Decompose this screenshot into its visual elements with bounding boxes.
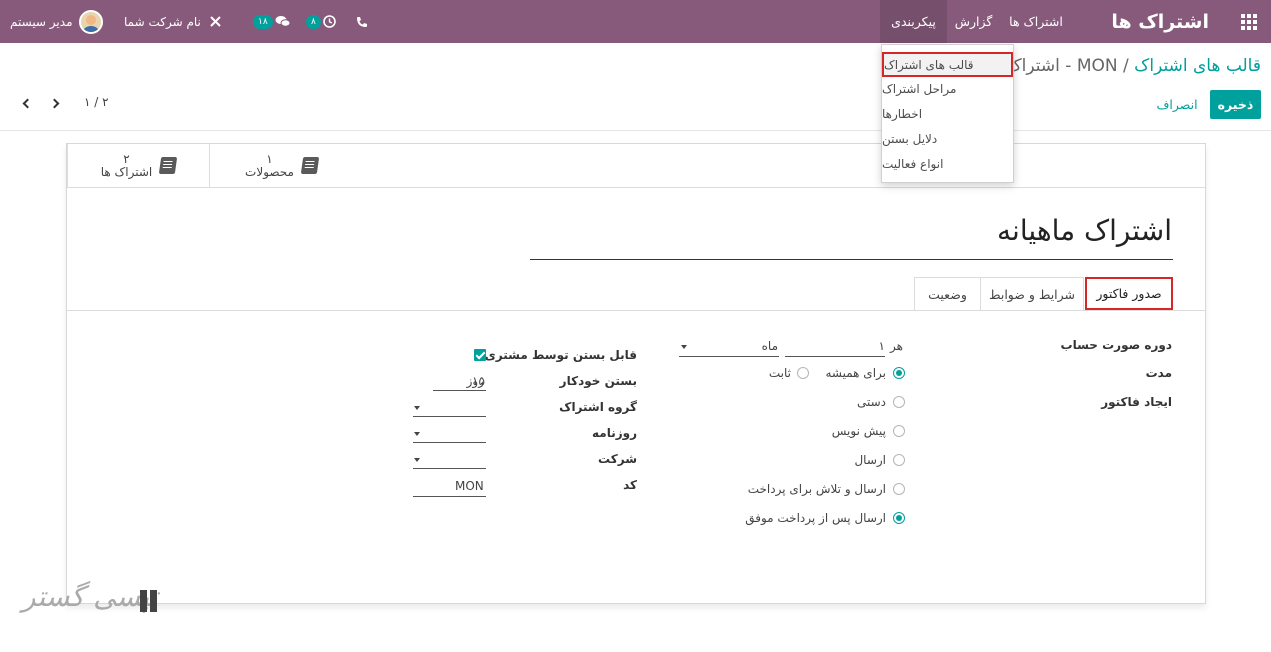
pager-previous-button[interactable] bbox=[19, 94, 35, 112]
invoice-send-after-pay-label[interactable]: ارسال پس از پرداخت موفق bbox=[745, 511, 886, 525]
menu-item-activity-types[interactable]: انواع فعالیت bbox=[882, 151, 1013, 176]
control-panel-divider bbox=[0, 130, 1271, 131]
book-icon bbox=[300, 157, 320, 174]
chevron-left-icon bbox=[22, 98, 32, 108]
products-label: محصولات bbox=[245, 164, 294, 179]
activity-badge: ۸ bbox=[306, 14, 321, 29]
subscriptions-count: ۲ bbox=[123, 151, 130, 166]
chevron-down-icon bbox=[414, 458, 420, 462]
duration-forever-label[interactable]: برای همیشه bbox=[825, 366, 886, 380]
breadcrumb-separator: / bbox=[1123, 56, 1129, 76]
billing-period-label: دوره صورت حساب bbox=[1060, 338, 1172, 352]
menu-item-close-reasons[interactable]: دلایل بستن bbox=[882, 126, 1013, 151]
duration-label: مدت bbox=[1145, 366, 1172, 380]
billing-every-text: هر bbox=[890, 339, 903, 353]
company-switcher[interactable]: نام شرکت شما bbox=[124, 0, 222, 43]
billing-value-underline bbox=[785, 356, 885, 357]
menu-item-alerts[interactable]: اخطارها bbox=[882, 101, 1013, 126]
subscription-group-select[interactable] bbox=[413, 416, 486, 417]
breadcrumb: قالب های اشتراک / MON - اشتراک bbox=[1006, 56, 1261, 76]
configuration-dropdown: قالب های اشتراک مراحل اشتراک اخطارها دلا… bbox=[881, 44, 1014, 183]
chevron-down-icon bbox=[414, 432, 420, 436]
code-label: کد bbox=[623, 478, 637, 492]
company-label: شرکت bbox=[598, 452, 637, 466]
duration-fixed-label[interactable]: ثابت bbox=[769, 366, 791, 380]
invoice-draft-label[interactable]: پیش نویس bbox=[832, 424, 886, 438]
chevron-right-icon bbox=[49, 98, 59, 108]
customer-closable-label: قابل بستن توسط مشتری bbox=[484, 348, 637, 362]
invoice-send-after-pay-radio[interactable] bbox=[893, 512, 905, 524]
billing-value-input[interactable]: ۱ bbox=[879, 339, 885, 353]
invoice-send-label[interactable]: ارسال bbox=[854, 453, 886, 467]
messages-badge: ۱۸ bbox=[253, 14, 273, 29]
clock-icon bbox=[323, 15, 336, 28]
menu-item-subscription-templates[interactable]: قالب های اشتراک bbox=[882, 52, 1013, 77]
tools-icon bbox=[210, 16, 221, 27]
products-count: ۱ bbox=[266, 151, 273, 166]
invoice-send-try-pay-radio[interactable] bbox=[893, 483, 905, 495]
watermark-logo-icon bbox=[137, 580, 167, 624]
company-select[interactable] bbox=[413, 468, 486, 469]
phone-icon[interactable] bbox=[356, 0, 368, 43]
chevron-down-icon bbox=[414, 406, 420, 410]
chevron-down-icon bbox=[681, 345, 687, 349]
pager-counter[interactable]: ۲ / ۱ bbox=[84, 95, 109, 109]
apps-menu-icon[interactable] bbox=[1238, 0, 1260, 43]
journal-label: روزنامه bbox=[592, 426, 637, 440]
auto-close-input[interactable]: ۱۵ bbox=[471, 374, 485, 388]
auto-close-underline bbox=[433, 390, 486, 391]
user-menu[interactable]: مدیر سیستم bbox=[10, 0, 103, 43]
messaging-menu[interactable]: ۱۸ bbox=[253, 0, 291, 43]
billing-unit-select[interactable]: ماه bbox=[762, 339, 778, 353]
discard-button[interactable]: انصراف bbox=[1153, 90, 1201, 119]
tabs-divider bbox=[67, 310, 1205, 311]
save-button[interactable]: ذخیره bbox=[1210, 90, 1261, 119]
tab-terms[interactable]: شرایط و ضوابط bbox=[980, 277, 1084, 310]
customer-closable-checkbox[interactable] bbox=[474, 349, 486, 361]
menu-item-subscription-stages[interactable]: مراحل اشتراک bbox=[882, 76, 1013, 101]
book-icon bbox=[159, 157, 178, 174]
title-underline bbox=[530, 259, 1173, 260]
app-title[interactable]: اشتراک ها bbox=[1111, 0, 1209, 43]
invoice-creation-label: ایجاد فاکتور bbox=[1101, 395, 1172, 409]
billing-unit-underline bbox=[679, 356, 779, 357]
company-name: نام شرکت شما bbox=[124, 14, 201, 29]
invoice-send-radio[interactable] bbox=[893, 454, 905, 466]
code-input[interactable]: MON bbox=[455, 479, 484, 493]
activity-menu[interactable]: ۸ bbox=[306, 0, 336, 43]
invoice-send-try-pay-label[interactable]: ارسال و تلاش برای پرداخت bbox=[748, 482, 886, 496]
subscriptions-label: اشتراک ها bbox=[100, 164, 153, 179]
breadcrumb-parent[interactable]: قالب های اشتراک bbox=[1134, 56, 1261, 76]
products-smart-text: ۱ محصولات bbox=[245, 151, 294, 179]
subscriptions-smart-text: ۲ اشتراک ها bbox=[100, 151, 153, 179]
tab-status[interactable]: وضعیت bbox=[914, 277, 981, 310]
pager-next-button[interactable] bbox=[46, 94, 62, 112]
subscription-group-label: گروه اشتراک bbox=[559, 400, 637, 414]
tab-invoicing[interactable]: صدور فاکتور bbox=[1085, 277, 1173, 310]
invoice-manual-label[interactable]: دستی bbox=[857, 395, 886, 409]
products-smart-button[interactable]: ۱ محصولات bbox=[209, 144, 353, 187]
code-underline bbox=[413, 496, 486, 497]
invoice-draft-radio[interactable] bbox=[893, 425, 905, 437]
record-title[interactable]: اشتراک ماهیانه bbox=[997, 214, 1172, 247]
top-navbar: اشتراک ها اشتراک ها گزارش پیکربندی ۸ ۱۸ … bbox=[0, 0, 1271, 43]
smart-buttons-divider bbox=[67, 187, 1205, 188]
journal-select[interactable] bbox=[413, 442, 486, 443]
subscriptions-smart-button[interactable]: ۲ اشتراک ها bbox=[67, 144, 209, 187]
duration-fixed-radio[interactable] bbox=[797, 367, 809, 379]
user-name: مدیر سیستم bbox=[10, 14, 73, 29]
auto-close-label: بستن خودکار bbox=[559, 374, 637, 388]
avatar bbox=[78, 9, 103, 34]
chat-icon bbox=[275, 16, 291, 27]
invoice-manual-radio[interactable] bbox=[893, 396, 905, 408]
breadcrumb-current: MON - اشتراک bbox=[1006, 56, 1118, 76]
menu-subscriptions[interactable]: اشتراک ها bbox=[1001, 0, 1071, 43]
form-sheet: ۱ محصولات ۲ اشتراک ها اشتراک ماهیانه صدو… bbox=[66, 143, 1206, 604]
duration-forever-radio[interactable] bbox=[893, 367, 905, 379]
menu-configuration[interactable]: پیکربندی bbox=[880, 0, 947, 43]
menu-reporting[interactable]: گزارش bbox=[947, 0, 1000, 43]
